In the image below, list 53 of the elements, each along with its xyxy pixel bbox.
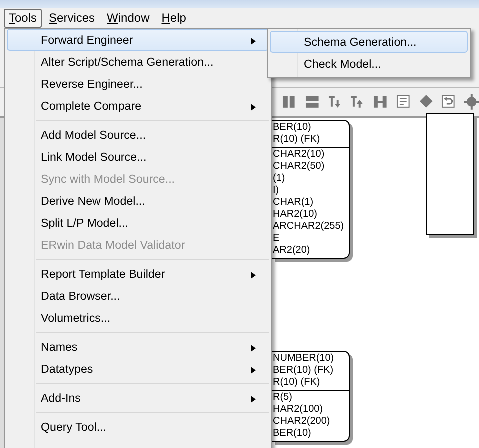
column-text: CHAR2(50) (273, 161, 326, 173)
submenu-arrow-icon (251, 104, 256, 111)
column-text: HAR2(10) (273, 209, 318, 221)
column-text: AR2(20) (273, 245, 312, 257)
menu-item[interactable]: Complete Compare (7, 95, 269, 117)
menu-item[interactable]: Datatypes (7, 358, 269, 380)
menu-title[interactable]: Help (156, 8, 192, 28)
columns-icon[interactable] (282, 94, 297, 110)
menu-title[interactable]: Services (44, 8, 100, 28)
submenu-arrow-icon (251, 38, 256, 45)
menu-title[interactable]: Window (102, 8, 155, 28)
column-text: E (273, 233, 281, 245)
column-text: ARCHAR2(255) (273, 221, 346, 233)
diamond-icon[interactable] (418, 94, 434, 110)
move-down-icon[interactable] (328, 94, 342, 110)
submenu-arrow-icon (251, 367, 256, 374)
menu-item[interactable]: Report Template Builder (7, 263, 269, 285)
column-text: HAR2(100) (273, 404, 324, 416)
column-text: BER(10) (273, 122, 312, 134)
document-icon[interactable] (396, 94, 411, 110)
h-shape-icon[interactable] (373, 94, 388, 110)
menu-item[interactable]: Check Model... (270, 53, 468, 75)
menu-title[interactable]: Tools (4, 8, 42, 28)
menu-item[interactable]: Reverse Engineer... (7, 73, 269, 95)
menu-item[interactable]: Add-Ins (7, 387, 269, 409)
menu-item[interactable]: Split L/P Model... (7, 212, 269, 234)
column-text: CHAR2(10) (273, 149, 326, 161)
column-text: R(10) (FK) (273, 134, 322, 146)
menu-item[interactable]: Derive New Model... (7, 190, 269, 212)
column-text: CHAR2(200) (273, 416, 332, 428)
menu-item[interactable]: Link Model Source... (7, 146, 269, 168)
rows-icon[interactable] (304, 94, 320, 110)
move-up-icon[interactable] (350, 94, 366, 110)
menu-item[interactable]: Names (7, 336, 269, 358)
column-text: R(5) (273, 392, 294, 404)
menu-item[interactable]: Query Tool... (7, 416, 269, 438)
menu-item[interactable]: Alter Script/Schema Generation... (7, 51, 269, 73)
submenu-arrow-icon (251, 272, 256, 279)
menu-item[interactable]: Schema Generation... (270, 31, 468, 53)
menu-item[interactable]: Forward Engineer (7, 29, 269, 51)
menu-item[interactable]: Volumetrics... (7, 307, 269, 329)
menu-item[interactable]: Add Model Source... (7, 124, 269, 146)
column-text: I) (273, 185, 280, 197)
undo-icon[interactable] (441, 94, 456, 110)
column-text: R(10) (FK) (273, 377, 322, 389)
column-text: CHAR(1) (273, 197, 315, 209)
submenu-arrow-icon (251, 345, 256, 352)
column-text: NUMBER(10) (273, 353, 336, 365)
submenu-arrow-icon (251, 396, 256, 403)
column-text: (1) (273, 173, 286, 185)
column-text: BER(10) (FK) (273, 365, 335, 377)
column-text: BER(10) (273, 428, 312, 440)
menu-item[interactable]: Data Browser... (7, 285, 269, 307)
